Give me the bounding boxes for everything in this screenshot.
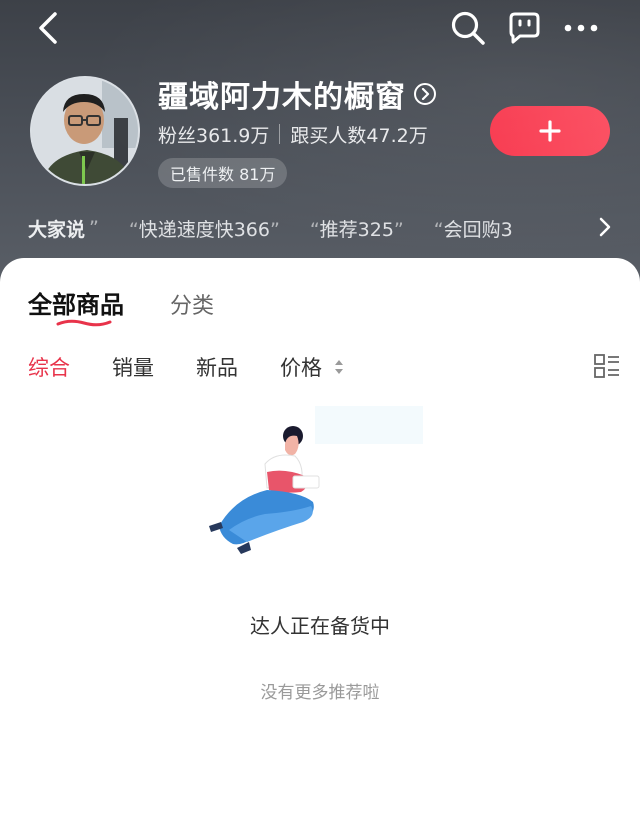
review-tag[interactable]: “会回购3 bbox=[434, 215, 513, 242]
review-tag[interactable]: “推荐325” bbox=[310, 215, 404, 242]
search-icon bbox=[451, 11, 485, 45]
sort-arrows-icon bbox=[335, 360, 343, 374]
buyers-count: 跟买人数47.2万 bbox=[290, 124, 428, 147]
tab-all-products[interactable]: 全部商品 bbox=[28, 285, 124, 327]
review-tags[interactable]: 大家说 ” “快递速度快366” “推荐325” “会回购3 bbox=[28, 210, 618, 246]
more-dots-icon bbox=[564, 24, 598, 32]
chevron-right-circle-icon bbox=[414, 83, 436, 105]
avatar[interactable] bbox=[30, 76, 140, 186]
sort-comprehensive[interactable]: 综合 bbox=[28, 352, 70, 382]
chevron-right-icon[interactable] bbox=[598, 216, 612, 238]
empty-state-title: 达人正在备货中 bbox=[250, 614, 390, 638]
search-button[interactable] bbox=[446, 8, 490, 48]
product-tabs: 全部商品 分类 bbox=[28, 285, 214, 327]
review-lead: 大家说 bbox=[28, 218, 86, 241]
quote-mark: ” bbox=[89, 217, 99, 239]
shop-name-text: 疆域阿力木的橱窗 bbox=[158, 80, 406, 115]
avatar-photo bbox=[32, 78, 138, 184]
sort-bar: 综合 销量 新品 价格 bbox=[28, 352, 388, 382]
back-button[interactable] bbox=[28, 8, 68, 48]
product-sheet: 全部商品 分类 综合 销量 新品 价格 达人正在备货中 没有更多推荐啦 bbox=[0, 258, 640, 819]
active-tab-underline bbox=[56, 319, 112, 327]
empty-state-subtitle: 没有更多推荐啦 bbox=[260, 683, 380, 703]
list-view-icon[interactable] bbox=[594, 354, 620, 378]
message-button[interactable] bbox=[502, 8, 546, 48]
sold-count-badge: 已售件数 81万 bbox=[158, 158, 288, 188]
chevron-left-icon bbox=[39, 12, 57, 44]
shop-header: 疆域阿力木的橱窗 粉丝361.9万 跟买人数47.2万 已售件数 81万 大家说… bbox=[0, 0, 640, 290]
stats-divider bbox=[279, 124, 281, 144]
tab-category[interactable]: 分类 bbox=[170, 288, 214, 320]
sort-sales[interactable]: 销量 bbox=[112, 352, 154, 382]
more-button[interactable] bbox=[558, 8, 604, 48]
review-tag[interactable]: “快递速度快366” bbox=[129, 215, 280, 242]
shop-stats: 粉丝361.9万 跟买人数47.2万 bbox=[158, 120, 428, 148]
plus-icon bbox=[539, 120, 561, 142]
sort-price[interactable]: 价格 bbox=[280, 352, 346, 382]
sort-new[interactable]: 新品 bbox=[196, 352, 238, 382]
fans-count: 粉丝361.9万 bbox=[158, 124, 270, 147]
shop-name[interactable]: 疆域阿力木的橱窗 bbox=[158, 74, 436, 115]
message-icon bbox=[509, 12, 540, 44]
empty-state-illustration bbox=[209, 406, 423, 554]
follow-button[interactable] bbox=[490, 106, 610, 156]
